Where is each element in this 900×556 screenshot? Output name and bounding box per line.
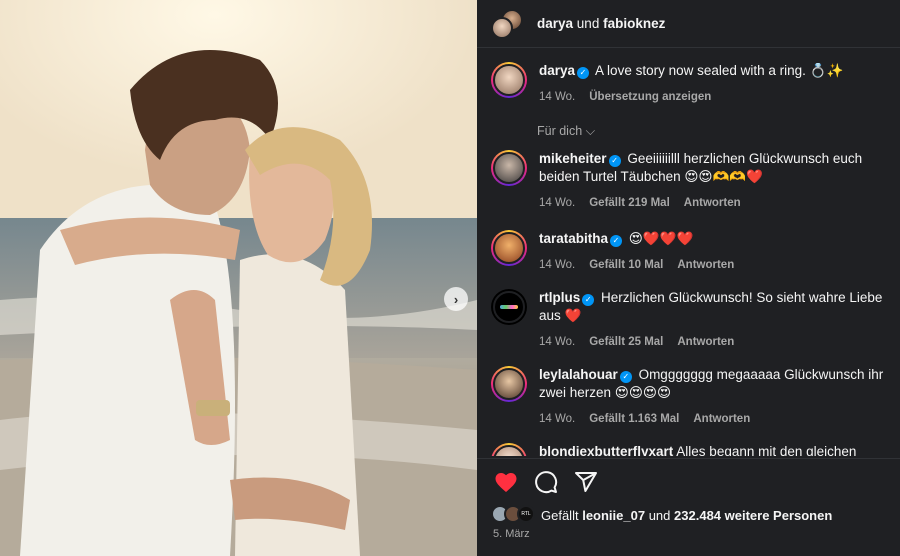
- avatar[interactable]: [491, 230, 527, 266]
- comment-icon[interactable]: [533, 469, 559, 495]
- collab-avatars[interactable]: [491, 8, 525, 39]
- header-connector: und: [576, 16, 600, 31]
- header-user1[interactable]: darya: [537, 16, 573, 31]
- comment-item: taratabitha ✓ 😍❤️❤️❤️ 14 Wo. Gefällt 10 M…: [491, 230, 888, 274]
- liker-avatars: RTL: [491, 505, 537, 525]
- share-icon[interactable]: [573, 469, 599, 495]
- avatar[interactable]: [491, 150, 527, 186]
- comment-item: mikeheiter ✓ Geeiiiiiilll herzlichen Glüc…: [491, 150, 888, 212]
- reply-button[interactable]: Antworten: [684, 194, 741, 212]
- comment-text: 😍❤️❤️❤️: [628, 231, 694, 246]
- comment-likes[interactable]: Gefällt 25 Mal: [589, 333, 663, 351]
- reply-button[interactable]: Antworten: [677, 333, 734, 351]
- verified-icon: ✓: [608, 155, 621, 167]
- likes-count[interactable]: 232.484 weitere Personen: [674, 508, 832, 523]
- post-sidebar: darya und fabioknez darya ✓ A love story …: [477, 0, 900, 556]
- comment-time[interactable]: 14 Wo.: [539, 410, 575, 428]
- caption-text: A love story now sealed with a ring. 💍✨: [595, 63, 844, 78]
- comment-likes[interactable]: Gefällt 10 Mal: [589, 256, 663, 274]
- comment-likes[interactable]: Gefällt 1.163 Mal: [589, 410, 679, 428]
- caption-time[interactable]: 14 Wo.: [539, 88, 575, 106]
- avatar[interactable]: [491, 62, 527, 98]
- comment-item: leylalahouar ✓ Omggggggg megaaaaa Glückwu…: [491, 366, 888, 428]
- comment-username[interactable]: blondiexbutterflyxart: [539, 444, 673, 456]
- sort-dropdown[interactable]: Für dich ⌵: [537, 124, 595, 139]
- likes-connector: und: [648, 507, 671, 523]
- heart-icon[interactable]: [493, 469, 519, 495]
- comments-list[interactable]: darya ✓ A love story now sealed with a ri…: [477, 48, 900, 456]
- likes-summary[interactable]: RTL Gefällt leoniie_07 und 232.484 weite…: [491, 505, 832, 525]
- header-user2[interactable]: fabioknez: [603, 16, 665, 31]
- comment-username[interactable]: mikeheiter: [539, 151, 607, 166]
- post-header: darya und fabioknez: [477, 0, 900, 48]
- comment-item: blondiexbutterflyxart Alles begann mit d…: [491, 443, 888, 456]
- post-actions: RTL Gefällt leoniie_07 und 232.484 weite…: [477, 458, 900, 556]
- comment-item: rtlplus ✓ Herzlichen Glückwunsch! So sieh…: [491, 289, 888, 351]
- likes-prefix: Gefällt: [541, 507, 579, 523]
- header-title: darya und fabioknez: [537, 16, 665, 31]
- comment-username[interactable]: leylalahouar: [539, 367, 618, 382]
- avatar[interactable]: [491, 16, 513, 39]
- comment-username[interactable]: rtlplus: [539, 290, 580, 305]
- couple-photo: [0, 0, 477, 556]
- avatar[interactable]: [491, 443, 527, 456]
- verified-icon: ✓: [582, 294, 595, 306]
- comment-time[interactable]: 14 Wo.: [539, 194, 575, 212]
- post-image[interactable]: ›: [0, 0, 477, 556]
- verified-icon: ✓: [619, 371, 632, 383]
- post-date[interactable]: 5. März: [493, 528, 530, 540]
- comment-likes[interactable]: Gefällt 219 Mal: [589, 194, 670, 212]
- translate-link[interactable]: Übersetzung anzeigen: [589, 88, 711, 106]
- caption-username[interactable]: darya: [539, 63, 575, 78]
- caption: darya ✓ A love story now sealed with a ri…: [491, 62, 888, 106]
- comment-time[interactable]: 14 Wo.: [539, 256, 575, 274]
- avatar[interactable]: [491, 366, 527, 402]
- verified-icon: ✓: [577, 67, 590, 79]
- avatar[interactable]: [491, 289, 527, 325]
- comment-username[interactable]: taratabitha: [539, 231, 608, 246]
- reply-button[interactable]: Antworten: [693, 410, 750, 428]
- next-arrow-icon[interactable]: ›: [444, 287, 468, 311]
- reply-button[interactable]: Antworten: [677, 256, 734, 274]
- verified-icon: ✓: [610, 235, 623, 247]
- likes-user[interactable]: leoniie_07: [582, 508, 645, 523]
- comment-time[interactable]: 14 Wo.: [539, 333, 575, 351]
- comment-text: Alles begann mit den gleichen: [676, 444, 857, 456]
